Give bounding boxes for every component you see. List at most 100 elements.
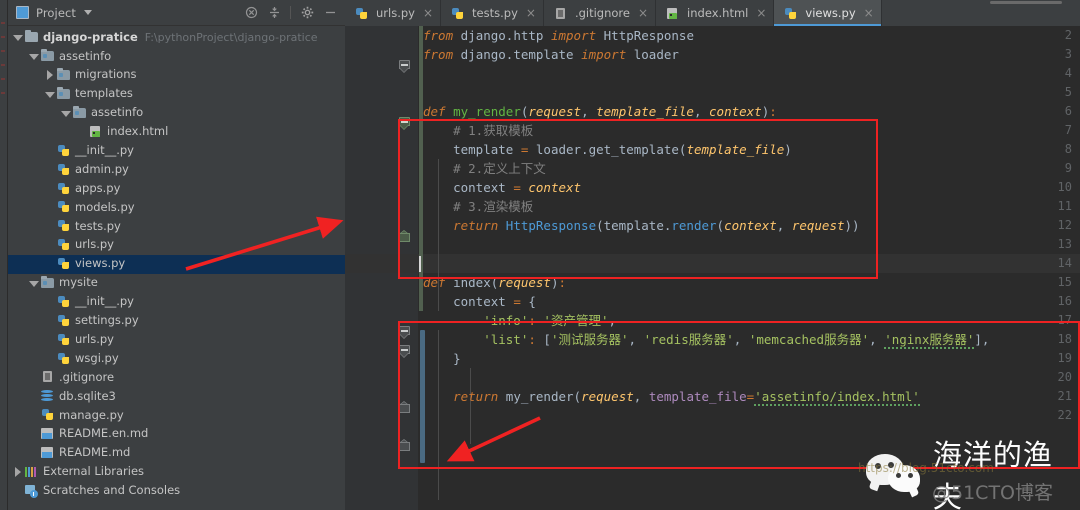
database-file-icon — [40, 389, 55, 403]
collapse-all-icon[interactable] — [244, 6, 258, 20]
tree-item-db-sqlite3[interactable]: db.sqlite3 — [8, 387, 345, 406]
tree-arrow-spacer — [28, 391, 38, 401]
tree-item-label: templates — [75, 86, 133, 101]
close-icon[interactable]: × — [756, 7, 766, 19]
hide-icon[interactable] — [323, 6, 337, 20]
tree-arrow-spacer — [76, 127, 86, 137]
expand-arrow-down-icon[interactable] — [28, 278, 39, 288]
tree-item-label: __init__.py — [75, 143, 134, 158]
tree-item-label: apps.py — [75, 180, 121, 195]
project-file-tree[interactable]: django-pratice F:\pythonProject\django-pr… — [8, 26, 345, 500]
folder-module-icon — [56, 87, 71, 101]
tree-item-index-html[interactable]: index.html — [8, 122, 345, 141]
tree-item--init-py[interactable]: __init__.py — [8, 292, 345, 311]
html-file-icon — [88, 125, 103, 139]
tree-item-mysite[interactable]: mysite — [8, 274, 345, 293]
close-icon[interactable]: × — [864, 7, 874, 19]
libraries-icon — [24, 465, 39, 479]
tree-item-label: manage.py — [59, 407, 124, 422]
tree-item-tests-py[interactable]: tests.py — [8, 217, 345, 236]
watermark-faint-url: https://blog.51cto.com — [858, 461, 994, 475]
tree-item--init-py[interactable]: __init__.py — [8, 141, 345, 160]
tree-item-label: tests.py — [75, 218, 121, 233]
fold-glyph-line6[interactable] — [399, 117, 410, 130]
editor-tab-index-html[interactable]: index.html × — [656, 0, 775, 26]
settings-gear-icon[interactable] — [300, 6, 314, 20]
code-line-12: return HttpResponse(template.render(cont… — [423, 218, 860, 233]
editor-tab-urls-py[interactable]: urls.py × — [345, 0, 442, 26]
tree-item-assetinfo[interactable]: assetinfo — [8, 104, 345, 123]
editor-tab-bar[interactable]: urls.py × tests.py × .gitignore × index.html × v… — [345, 0, 1080, 26]
folder-module-icon — [40, 276, 55, 290]
code-line-9: # 2.定义上下文 — [423, 161, 546, 176]
chevron-down-icon[interactable] — [84, 10, 93, 15]
code-line-18: 'list': ['测试服务器', 'redis服务器', 'memcached… — [423, 332, 990, 349]
fold-glyph-line12[interactable] — [399, 230, 410, 242]
tree-arrow-spacer — [44, 202, 54, 212]
toolbar-separator — [290, 6, 291, 19]
rail-markers — [1, 22, 6, 162]
fold-glyph-line16[interactable] — [399, 345, 410, 358]
python-file-icon — [354, 7, 367, 20]
expand-arrow-right-icon[interactable] — [12, 466, 22, 477]
expand-arrow-right-icon[interactable] — [44, 70, 54, 81]
fold-glyph-line19[interactable] — [399, 401, 410, 413]
left-rail — [0, 0, 8, 510]
tree-item-wsgi-py[interactable]: wsgi.py — [8, 349, 345, 368]
expand-arrow-down-icon[interactable] — [60, 108, 71, 118]
tab-label: .gitignore — [574, 6, 630, 20]
folder-module-icon — [40, 49, 55, 63]
tree-item-label: External Libraries — [43, 464, 145, 479]
tree-item-scratches-and-consoles[interactable]: Scratches and Consoles — [8, 481, 345, 500]
editor-tab-views-py[interactable]: views.py × — [774, 0, 882, 26]
expand-all-icon[interactable] — [267, 6, 281, 20]
expand-arrow-down-icon[interactable] — [28, 51, 39, 61]
tree-item-templates[interactable]: templates — [8, 85, 345, 104]
code-line-7: # 1.获取模板 — [423, 123, 534, 138]
python-file-icon — [56, 182, 71, 196]
expand-arrow-down-icon[interactable] — [44, 89, 55, 99]
editor-tab--gitignore[interactable]: .gitignore × — [544, 0, 657, 26]
tree-item-migrations[interactable]: migrations — [8, 66, 345, 85]
fold-glyph-line3[interactable] — [399, 60, 410, 73]
tree-item-label: assetinfo — [91, 105, 144, 120]
tree-item-path: F:\pythonProject\django-pratice — [144, 30, 318, 44]
editor-tab-tests-py[interactable]: tests.py × — [441, 0, 544, 26]
expand-arrow-down-icon[interactable] — [12, 32, 23, 42]
tree-item-readme-en-md[interactable]: README.en.md — [8, 425, 345, 444]
fold-glyph-line21[interactable] — [399, 439, 410, 451]
folder-module-icon — [56, 68, 71, 82]
tab-bar-scrollbar[interactable] — [990, 0, 1080, 4]
tree-item-apps-py[interactable]: apps.py — [8, 179, 345, 198]
python-file-icon — [56, 257, 71, 271]
tree-arrow-spacer — [28, 429, 38, 439]
tree-item-label: models.py — [75, 199, 135, 214]
close-icon[interactable]: × — [526, 7, 536, 19]
python-file-icon — [56, 295, 71, 309]
tree-item-urls-py[interactable]: urls.py — [8, 236, 345, 255]
watermark-subtitle: @51CTO博客 — [932, 482, 1054, 504]
tree-item-urls-py[interactable]: urls.py — [8, 330, 345, 349]
fold-glyph-line15[interactable] — [399, 326, 410, 339]
tree-item-admin-py[interactable]: admin.py — [8, 160, 345, 179]
tree-item-manage-py[interactable]: manage.py — [8, 406, 345, 425]
tree-item-label: mysite — [59, 275, 98, 290]
close-icon[interactable]: × — [423, 7, 433, 19]
tree-item-assetinfo[interactable]: assetinfo — [8, 47, 345, 66]
tree-arrow-spacer — [28, 372, 38, 382]
tree-item-settings-py[interactable]: settings.py — [8, 311, 345, 330]
tree-item--gitignore[interactable]: .gitignore — [8, 368, 345, 387]
tree-item-readme-md[interactable]: README.md — [8, 444, 345, 463]
tree-arrow-spacer — [44, 335, 54, 345]
tree-arrow-spacer — [44, 316, 54, 326]
project-panel-title: Project — [36, 5, 77, 20]
tree-item-views-py[interactable]: views.py — [8, 254, 345, 274]
tab-label: views.py — [805, 6, 856, 20]
scratches-icon — [24, 484, 39, 498]
tree-item-django-pratice[interactable]: django-pratice F:\pythonProject\django-pr… — [8, 28, 345, 47]
tree-item-external-libraries[interactable]: External Libraries — [8, 462, 345, 481]
tree-item-models-py[interactable]: models.py — [8, 198, 345, 217]
close-icon[interactable]: × — [638, 7, 648, 19]
